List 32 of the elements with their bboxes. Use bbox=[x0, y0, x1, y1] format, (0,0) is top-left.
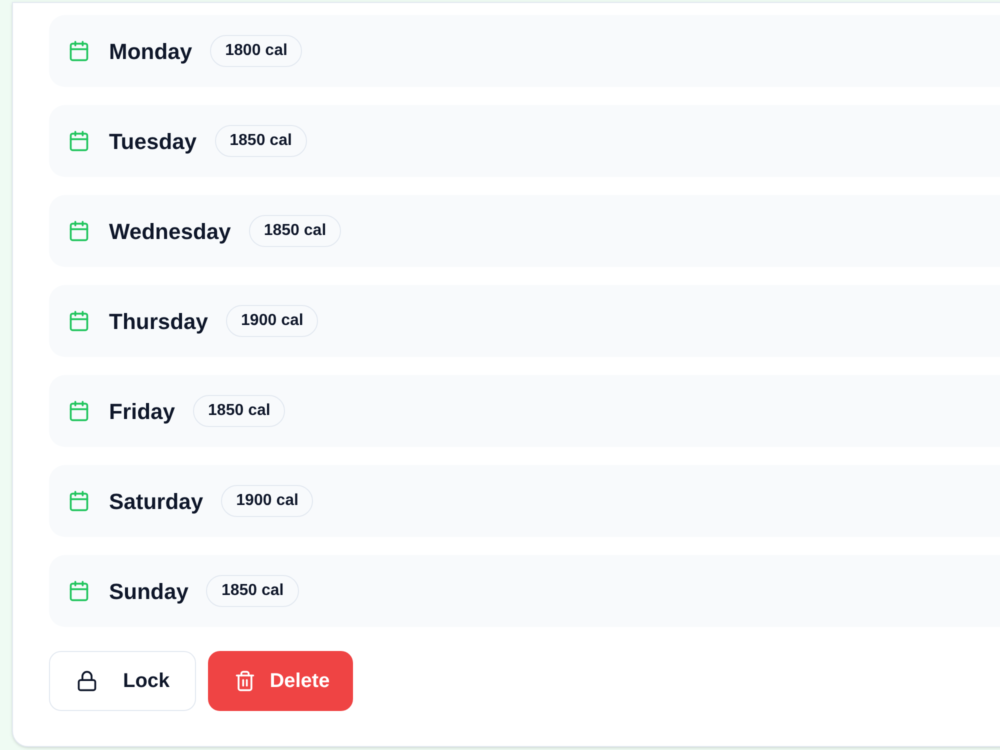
calendar-icon bbox=[68, 580, 90, 602]
day-name: Sunday bbox=[109, 578, 188, 606]
calendar-icon bbox=[68, 40, 90, 62]
lock-button[interactable]: Lock bbox=[49, 651, 196, 711]
day-row[interactable]: Sunday 1850 cal bbox=[49, 555, 1000, 627]
delete-button[interactable]: Delete bbox=[208, 651, 353, 711]
calorie-badge: 1850 cal bbox=[248, 215, 342, 247]
calendar-icon bbox=[68, 220, 90, 242]
calorie-badge: 1900 cal bbox=[226, 305, 318, 337]
calendar-icon bbox=[68, 400, 90, 422]
lock-icon bbox=[76, 670, 98, 692]
calorie-badge: 1900 cal bbox=[221, 485, 314, 517]
day-name: Wednesday bbox=[109, 218, 231, 246]
calorie-badge: 1850 cal bbox=[214, 125, 307, 157]
calorie-badge: 1850 cal bbox=[206, 575, 299, 607]
calendar-icon bbox=[68, 310, 90, 332]
day-row[interactable]: Friday 1850 cal bbox=[49, 375, 1000, 447]
day-row[interactable]: Monday 1800 cal bbox=[49, 15, 1000, 87]
calorie-badge: 1800 cal bbox=[210, 35, 302, 67]
day-row[interactable]: Saturday 1900 cal bbox=[49, 465, 1000, 537]
trash-icon bbox=[234, 670, 256, 692]
day-row[interactable]: Tuesday 1850 cal bbox=[49, 105, 1000, 177]
day-row[interactable]: Wednesday 1850 cal bbox=[49, 195, 1000, 267]
calorie-badge: 1850 cal bbox=[193, 395, 286, 427]
day-name: Tuesday bbox=[109, 128, 197, 156]
day-name: Friday bbox=[109, 398, 176, 426]
day-name: Saturday bbox=[109, 488, 204, 516]
day-name: Thursday bbox=[109, 308, 208, 336]
calendar-icon bbox=[68, 130, 90, 152]
day-name: Monday bbox=[109, 38, 192, 66]
day-row[interactable]: Thursday 1900 cal bbox=[49, 285, 1000, 357]
calendar-icon bbox=[68, 490, 90, 512]
